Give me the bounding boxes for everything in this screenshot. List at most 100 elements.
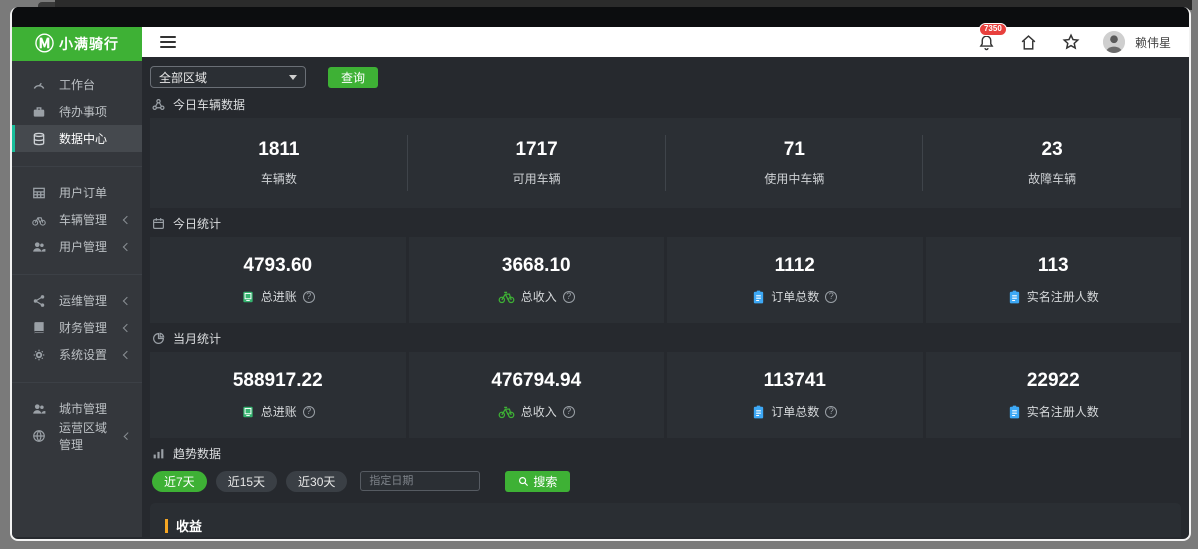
stat-label: 总进账 bbox=[260, 290, 297, 304]
notification-badge: 7350 bbox=[978, 23, 1007, 36]
sidebar-item-label: 运维管理 bbox=[59, 294, 108, 308]
stat-value: 588917.22 bbox=[232, 370, 323, 391]
sidebar-item-label: 待办事项 bbox=[59, 105, 108, 119]
stat-label: 总进账 bbox=[260, 405, 297, 419]
stat-item: 1717 可用车辆 bbox=[408, 118, 666, 208]
user-avatar[interactable] bbox=[1102, 31, 1125, 53]
range-15d-button[interactable]: 近15天 bbox=[215, 470, 278, 492]
stat-value: 22922 bbox=[1026, 370, 1080, 391]
date-input[interactable] bbox=[360, 471, 481, 491]
stat-value: 71 bbox=[783, 139, 805, 160]
region-select-value: 全部区域 bbox=[159, 70, 208, 85]
help-icon[interactable] bbox=[825, 290, 838, 303]
wallet-icon bbox=[243, 291, 253, 302]
help-icon[interactable] bbox=[562, 405, 575, 418]
stat-label: 车辆数 bbox=[260, 172, 297, 186]
search-button[interactable]: 搜索 bbox=[505, 470, 571, 492]
stat-label: 订单总数 bbox=[771, 405, 820, 419]
home-icon[interactable] bbox=[1019, 32, 1039, 52]
stat-label: 可用车辆 bbox=[512, 172, 561, 186]
chevron-left-icon bbox=[122, 296, 132, 305]
stat-value: 23 bbox=[1041, 139, 1063, 160]
stat-card: 588917.22 总进账 bbox=[150, 352, 406, 438]
sidebar-item-vehicle-mgmt[interactable]: 车辆管理 bbox=[12, 206, 142, 233]
sidebar-nav: 工作台 待办事项 数据中心 用户订单 车辆管理 用户管理 运维管理 财务管理 系… bbox=[12, 57, 142, 537]
sidebar-group: 用户订单 车辆管理 用户管理 bbox=[12, 166, 142, 264]
sidebar-item-workbench[interactable]: 工作台 bbox=[12, 71, 142, 98]
stat-value: 113 bbox=[1037, 255, 1069, 276]
stat-card: 4793.60 总进账 bbox=[150, 237, 406, 323]
chevron-left-icon bbox=[122, 242, 132, 251]
main-content: 全部区域 查询 今日车辆数据 1811 车辆数 1717 可用车辆 71 使用中… bbox=[142, 57, 1189, 537]
region-filter-row: 全部区域 查询 bbox=[150, 63, 1181, 91]
section-title: 今日车辆数据 bbox=[173, 97, 246, 112]
top-header: Ⓜ 小满骑行 7350 赖伟星 bbox=[12, 23, 1189, 61]
help-icon[interactable] bbox=[302, 290, 315, 303]
brand-logo[interactable]: Ⓜ 小满骑行 bbox=[12, 27, 142, 61]
briefcase-icon bbox=[32, 105, 46, 119]
help-icon[interactable] bbox=[302, 405, 315, 418]
sidebar-item-system-settings[interactable]: 系统设置 bbox=[12, 341, 142, 368]
gauge-icon bbox=[32, 78, 46, 92]
nodes-icon bbox=[152, 98, 165, 110]
sidebar-group: 城市管理 运营区域管理 bbox=[12, 382, 142, 453]
caret-down-icon bbox=[289, 74, 297, 80]
sidebar-item-label: 系统设置 bbox=[59, 348, 108, 362]
stat-item: 1811 车辆数 bbox=[150, 118, 408, 208]
help-icon[interactable] bbox=[562, 290, 575, 303]
book-icon bbox=[32, 321, 46, 335]
gear-icon bbox=[32, 348, 46, 362]
user-name[interactable]: 赖伟星 bbox=[1135, 34, 1171, 51]
stat-value: 1717 bbox=[515, 139, 558, 160]
globe-icon bbox=[32, 429, 46, 443]
database-icon bbox=[32, 132, 46, 146]
stat-label: 总收入 bbox=[520, 405, 557, 419]
wallet-icon bbox=[243, 406, 253, 417]
window-titlebar bbox=[12, 7, 1189, 27]
sidebar-item-user-orders[interactable]: 用户订单 bbox=[12, 179, 142, 206]
stat-item: 71 使用中车辆 bbox=[666, 118, 924, 208]
sidebar-item-operation-region-mgmt[interactable]: 运营区域管理 bbox=[12, 421, 142, 452]
chevron-left-icon bbox=[123, 431, 132, 440]
sidebar-item-user-mgmt[interactable]: 用户管理 bbox=[12, 233, 142, 260]
sidebar-item-todo[interactable]: 待办事项 bbox=[12, 98, 142, 125]
clipboard-icon bbox=[1009, 290, 1019, 303]
section-title: 趋势数据 bbox=[173, 446, 222, 461]
stat-item: 23 故障车辆 bbox=[923, 118, 1181, 208]
share-icon bbox=[32, 294, 46, 308]
clipboard-icon bbox=[754, 405, 764, 418]
sidebar-group: 运维管理 财务管理 系统设置 bbox=[12, 274, 142, 372]
notification-bell-icon[interactable]: 7350 bbox=[977, 23, 1007, 52]
calendar-icon bbox=[153, 217, 164, 229]
sidebar-item-ops-mgmt[interactable]: 运维管理 bbox=[12, 287, 142, 314]
region-select[interactable]: 全部区域 bbox=[150, 66, 306, 88]
star-icon[interactable] bbox=[1061, 32, 1081, 52]
vehicles-stats-panel: 1811 车辆数 1717 可用车辆 71 使用中车辆 23 故障车辆 bbox=[150, 118, 1181, 208]
menu-toggle-icon[interactable] bbox=[160, 36, 176, 48]
revenue-card: 收益 进账 总收入 退款金额 bbox=[150, 503, 1181, 537]
stat-value: 1112 bbox=[774, 255, 815, 276]
sidebar-item-label: 用户订单 bbox=[59, 186, 108, 200]
section-header-vehicles: 今日车辆数据 bbox=[152, 95, 1181, 113]
help-icon[interactable] bbox=[825, 405, 838, 418]
sidebar-item-data-center[interactable]: 数据中心 bbox=[12, 125, 142, 152]
stat-value: 3668.10 bbox=[501, 255, 571, 276]
stat-value: 4793.60 bbox=[243, 255, 313, 276]
section-header-today: 今日统计 bbox=[152, 214, 1181, 232]
section-header-trend: 趋势数据 bbox=[152, 444, 1181, 462]
sidebar-item-label: 城市管理 bbox=[59, 402, 108, 416]
bicycle-icon bbox=[498, 291, 515, 303]
search-button-label: 搜索 bbox=[533, 474, 558, 489]
chevron-left-icon bbox=[122, 350, 132, 359]
brand-m-icon: Ⓜ bbox=[34, 33, 54, 55]
stat-value: 476794.94 bbox=[491, 370, 582, 391]
pie-chart-icon bbox=[153, 332, 165, 344]
stat-card: 1112 订单总数 bbox=[667, 237, 923, 323]
query-button[interactable]: 查询 bbox=[328, 66, 379, 88]
sidebar-item-finance-mgmt[interactable]: 财务管理 bbox=[12, 314, 142, 341]
range-7d-button[interactable]: 近7天 bbox=[152, 470, 207, 492]
range-30d-button[interactable]: 近30天 bbox=[286, 470, 348, 492]
stat-card: 113741 订单总数 bbox=[667, 352, 923, 438]
sidebar-item-label: 车辆管理 bbox=[59, 213, 108, 227]
app-window: Ⓜ 小满骑行 7350 赖伟星 工作台 待办事项 数据中心 用户订单 车辆管理 … bbox=[10, 7, 1191, 541]
